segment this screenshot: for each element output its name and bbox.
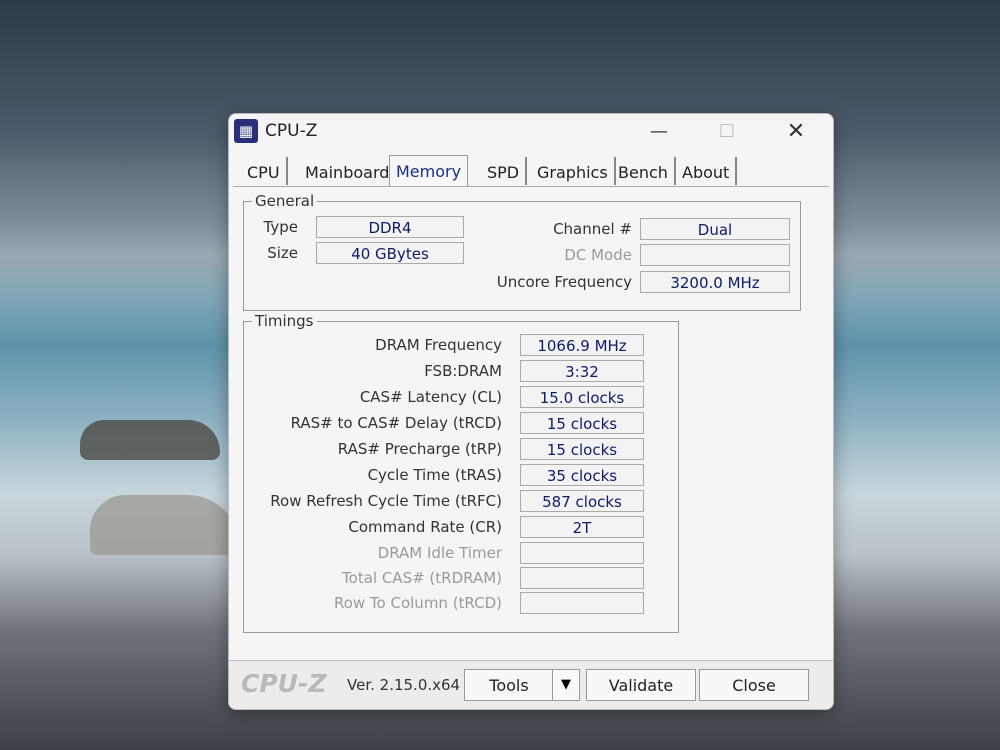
- footer-bar: CPU-Z Ver. 2.15.0.x64 Tools ▼ Validate C…: [229, 660, 833, 709]
- timing-label: RAS# Precharge (tRP): [337, 440, 502, 458]
- tab-about[interactable]: About: [676, 157, 738, 185]
- timings-title: Timings: [252, 312, 317, 330]
- timing-value: 1066.9 MHz: [520, 334, 644, 356]
- version-label: Ver. 2.15.0.x64: [347, 676, 461, 694]
- timing-value: 15 clocks: [520, 438, 644, 460]
- type-label: Type: [263, 218, 298, 236]
- timing-value: [520, 592, 644, 614]
- timing-value: 587 clocks: [520, 490, 644, 512]
- timings-group: Timings DRAM Frequency 1066.9 MHz FSB:DR…: [243, 312, 679, 633]
- maximize-button[interactable]: ☐: [705, 118, 749, 146]
- size-label: Size: [267, 244, 298, 262]
- size-value: 40 GBytes: [316, 242, 464, 264]
- timing-label: FSB:DRAM: [424, 362, 502, 380]
- title-bar: ▦ CPU-Z — ☐ ✕: [229, 114, 833, 152]
- cpuz-window: ▦ CPU-Z — ☐ ✕ CPU Mainboard Memory SPD G…: [228, 113, 834, 710]
- timing-value: 35 clocks: [520, 464, 644, 486]
- timing-value: 3:32: [520, 360, 644, 382]
- channel-value: Dual: [640, 218, 790, 240]
- timing-value: 2T: [520, 516, 644, 538]
- timing-label: Cycle Time (tRAS): [367, 466, 502, 484]
- type-value: DDR4: [316, 216, 464, 238]
- timing-label: DRAM Idle Timer: [377, 544, 502, 562]
- timing-label: Row To Column (tRCD): [333, 594, 502, 612]
- timing-value: [520, 542, 644, 564]
- window-title: CPU-Z: [265, 121, 318, 141]
- minimize-button[interactable]: —: [637, 118, 681, 146]
- dcmode-value: [640, 244, 790, 266]
- tab-memory[interactable]: Memory: [389, 155, 469, 187]
- timing-value: [520, 567, 644, 589]
- background-rock: [80, 420, 220, 460]
- timing-label: Row Refresh Cycle Time (tRFC): [270, 492, 502, 510]
- memory-panel: General Type DDR4 Size 40 GBytes Channel…: [233, 186, 829, 657]
- close-window-button[interactable]: ✕: [774, 118, 818, 146]
- validate-button[interactable]: Validate: [586, 669, 696, 701]
- tools-dropdown-arrow-icon[interactable]: ▼: [552, 669, 580, 701]
- tab-bench[interactable]: Bench: [612, 157, 676, 185]
- tab-graphics[interactable]: Graphics: [531, 157, 616, 185]
- dcmode-label: DC Mode: [564, 246, 632, 264]
- tools-button[interactable]: Tools: [464, 669, 554, 701]
- general-title: General: [252, 192, 318, 210]
- tab-mainboard[interactable]: Mainboard: [299, 157, 398, 185]
- channel-label: Channel #: [553, 220, 632, 238]
- timing-value: 15.0 clocks: [520, 386, 644, 408]
- timing-value: 15 clocks: [520, 412, 644, 434]
- close-button[interactable]: Close: [699, 669, 809, 701]
- cpuz-app-icon: ▦: [234, 119, 258, 143]
- cpuz-brand-logo: CPU-Z: [241, 669, 327, 698]
- timing-label: Command Rate (CR): [348, 518, 502, 536]
- timing-label: CAS# Latency (CL): [359, 388, 502, 406]
- timing-label: RAS# to CAS# Delay (tRCD): [290, 414, 502, 432]
- timing-label: DRAM Frequency: [375, 336, 502, 354]
- uncore-value: 3200.0 MHz: [640, 271, 790, 293]
- tab-spd[interactable]: SPD: [481, 157, 528, 185]
- general-group: General Type DDR4 Size 40 GBytes Channel…: [243, 192, 801, 311]
- tab-cpu[interactable]: CPU: [241, 157, 288, 185]
- timing-label: Total CAS# (tRDRAM): [342, 569, 502, 587]
- uncore-label: Uncore Frequency: [496, 273, 632, 291]
- background-rock: [90, 495, 240, 555]
